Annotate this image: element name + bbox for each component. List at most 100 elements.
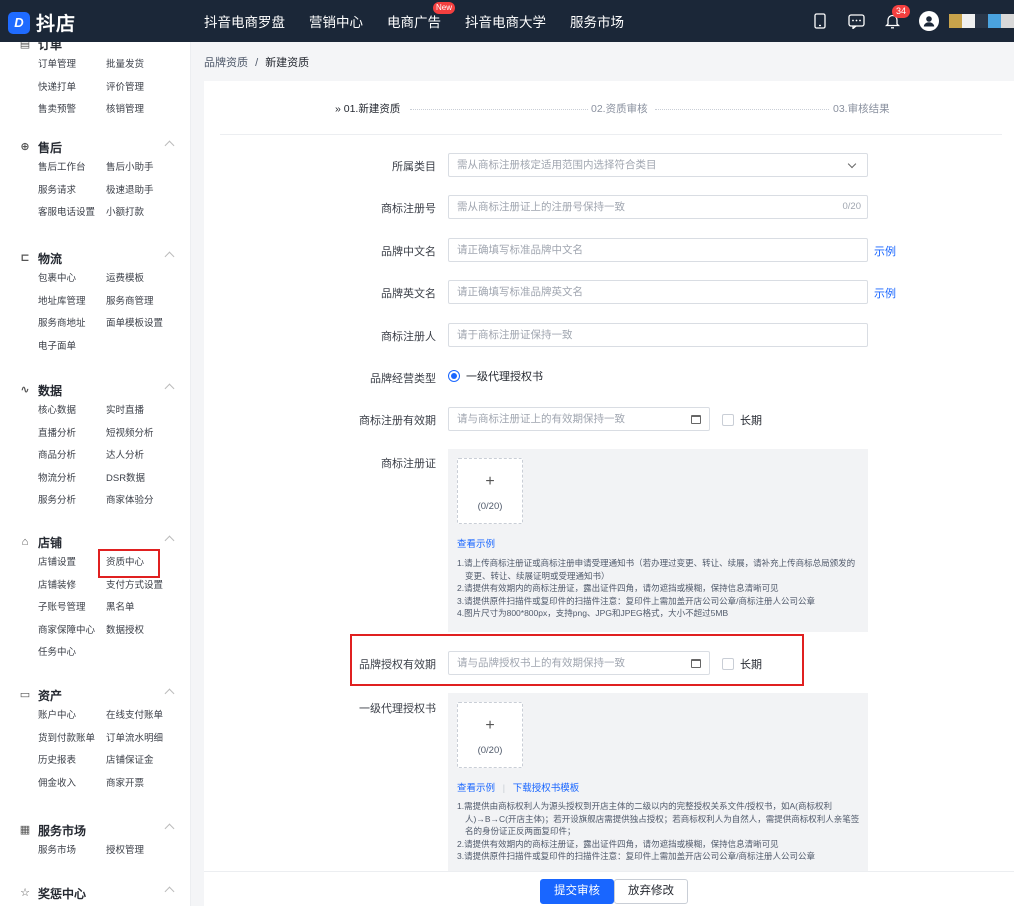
biz-type-radio[interactable]: 一级代理授权书 [448,368,543,384]
top-nav-marketing[interactable]: 营销中心 [309,11,363,31]
sidebar-link[interactable]: 物流分析 [38,468,106,491]
sidebar-link[interactable]: 商家体验分 [106,490,190,513]
auth-letter-upload-button[interactable]: + (0/20) [457,702,523,768]
sidebar-link[interactable]: 售卖预警 [38,99,106,122]
sidebar-link[interactable]: 运费模板 [106,268,190,291]
note-line: 3.请提供原件扫描件或复印件的扫描件注意：复印件上需加盖开店公司公章/商标注册人… [457,851,815,861]
sidebar-link[interactable]: 短视频分析 [106,423,190,446]
sidebar-link[interactable]: 商家开票 [106,773,190,796]
sidebar-group-header[interactable]: ⌂ 店铺 [0,532,190,552]
sidebar-link[interactable]: 服务商地址 [38,313,106,336]
breadcrumb-current: 新建资质 [265,57,310,69]
sidebar-link[interactable]: 订单管理 [38,54,106,77]
sidebar-link[interactable]: 评价管理 [106,77,190,100]
sidebar-link[interactable]: 客服电话设置 [38,202,106,225]
sidebar-link[interactable]: 极速退助手 [106,180,190,203]
discard-changes-button[interactable]: 放弃修改 [614,879,688,904]
sidebar-link[interactable]: 售后小助手 [106,157,190,180]
sidebar-link[interactable]: 佣金收入 [38,773,106,796]
calendar-icon [691,415,701,424]
sidebar-link[interactable]: 快递打单 [38,77,106,100]
sidebar-group-header[interactable]: ▭ 资产 [0,685,190,705]
sidebar-link[interactable]: 批量发货 [106,54,190,77]
chevron-up-icon[interactable] [164,688,175,699]
field-en-name: 品牌英文名 请正确填写标准品牌英文名 示例 [204,280,1014,304]
breadcrumb-parent[interactable]: 品牌资质 [204,57,248,69]
sidebar-group-header[interactable]: ▤ 订单 [0,42,190,54]
sidebar-link[interactable]: 包裹中心 [38,268,106,291]
view-example-link[interactable]: 查看示例 [457,539,495,550]
chevron-up-icon[interactable] [164,535,175,546]
sidebar-link[interactable]: 达人分析 [106,445,190,468]
sidebar-link[interactable]: 在线支付账单 [106,705,190,728]
sidebar-link[interactable]: 服务分析 [38,490,106,513]
bell-icon[interactable]: 34 [883,5,911,30]
breadcrumb: 品牌资质 / 新建资质 [204,54,309,70]
category-select[interactable]: 需从商标注册核定适用范围内选择符合类目 [448,153,868,177]
submit-review-button[interactable]: 提交审核 [540,879,614,904]
field-category: 所属类目 需从商标注册核定适用范围内选择符合类目 [204,153,1014,177]
sidebar-group-header[interactable]: ⊕ 售后 [0,137,190,157]
sidebar-link[interactable]: 服务商管理 [106,291,190,314]
user-avatar-icon[interactable] [919,11,939,31]
sidebar-group-header[interactable]: ☆ 奖惩中心 [0,883,190,903]
top-nav-service-market[interactable]: 服务市场 [570,11,624,31]
registrant-input[interactable]: 请于商标注册证保持一致 [448,323,868,347]
view-example-link[interactable]: 查看示例 [457,783,495,794]
sidebar-link[interactable]: 子账号管理 [38,597,106,620]
sidebar-link[interactable]: 商品分析 [38,445,106,468]
cn-name-example-link[interactable]: 示例 [874,243,896,259]
reg-longterm-checkbox[interactable]: 长期 [722,412,762,428]
reg-cert-upload-button[interactable]: + (0/20) [457,458,523,524]
sidebar-link[interactable]: 历史报表 [38,750,106,773]
sidebar-link[interactable]: 地址库管理 [38,291,106,314]
note-line: 3.请提供原件扫描件或复印件的扫描件注意：复印件上需加盖开店公司公章/商标注册人… [457,595,815,606]
sidebar-link[interactable]: 账户中心 [38,705,106,728]
sidebar-group-header[interactable]: ▦ 服务市场 [0,820,190,840]
cn-name-input[interactable]: 请正确填写标准品牌中文名 [448,238,868,262]
logistics-icon: ⊏ [20,252,30,264]
phone-icon[interactable] [811,12,829,30]
upload-count: (0/20) [477,745,503,756]
chevron-up-icon[interactable] [164,383,175,394]
sidebar-link[interactable]: 商家保障中心 [38,620,106,643]
sidebar-link[interactable]: 核心数据 [38,400,106,423]
sidebar-link[interactable]: 实时直播 [106,400,190,423]
message-icon[interactable] [847,12,865,30]
chevron-up-icon[interactable] [164,886,175,897]
sidebar-link[interactable]: 黑名单 [106,597,190,620]
sidebar-link[interactable]: 小额打款 [106,202,190,225]
sidebar-link[interactable]: 直播分析 [38,423,106,446]
top-nav-university[interactable]: 抖音电商大学 [465,11,546,31]
en-name-example-link[interactable]: 示例 [874,285,896,301]
sidebar-link[interactable]: 数据授权 [106,620,190,643]
sidebar-link[interactable]: 服务市场 [38,840,106,863]
auth-letter-notes: 1.需提供由商标权利人为源头授权到开店主体的二级以内的完整授权关系文件/授权书，… [457,800,861,863]
chevron-up-icon[interactable] [164,823,175,834]
sidebar-link[interactable]: 订单流水明细 [106,728,190,751]
chevron-up-icon[interactable] [164,251,175,262]
en-name-input[interactable]: 请正确填写标准品牌英文名 [448,280,868,304]
sidebar-group-header[interactable]: ∿ 数据 [0,380,190,400]
sidebar-link[interactable]: 面单模板设置 [106,313,190,336]
sidebar-link[interactable]: 任务中心 [38,642,106,665]
note-line: 2.请提供有效期内的商标注册证，露出证件四角，请勿遮挡或模糊，保持信息清晰可见 [457,583,779,593]
sidebar-link[interactable]: 电子面单 [38,336,106,359]
sidebar-link[interactable]: 核销管理 [106,99,190,122]
top-nav-compass[interactable]: 抖音电商罗盘 [204,11,285,31]
top-nav-ads[interactable]: 电商广告 New [387,2,455,31]
sidebar-link[interactable]: 服务请求 [38,180,106,203]
sidebar-link[interactable]: 店铺装修 [38,575,106,598]
download-template-link[interactable]: 下载授权书模板 [513,783,580,794]
reg-no-input[interactable]: 需从商标注册证上的注册号保持一致 0/20 [448,195,868,219]
sidebar-link[interactable]: DSR数据 [106,468,190,491]
sidebar-link[interactable]: 授权管理 [106,840,190,863]
sidebar-link[interactable]: 店铺设置 [38,552,106,575]
chevron-up-icon[interactable] [164,140,175,151]
sidebar-group-header[interactable]: ⊏ 物流 [0,248,190,268]
sidebar-link[interactable]: 店铺保证金 [106,750,190,773]
sidebar-link[interactable]: 货到付款账单 [38,728,106,751]
sidebar-link[interactable]: 售后工作台 [38,157,106,180]
reg-validity-date-picker[interactable]: 请与商标注册证上的有效期保持一致 [448,407,710,431]
logo[interactable]: D 抖店 [8,9,76,36]
